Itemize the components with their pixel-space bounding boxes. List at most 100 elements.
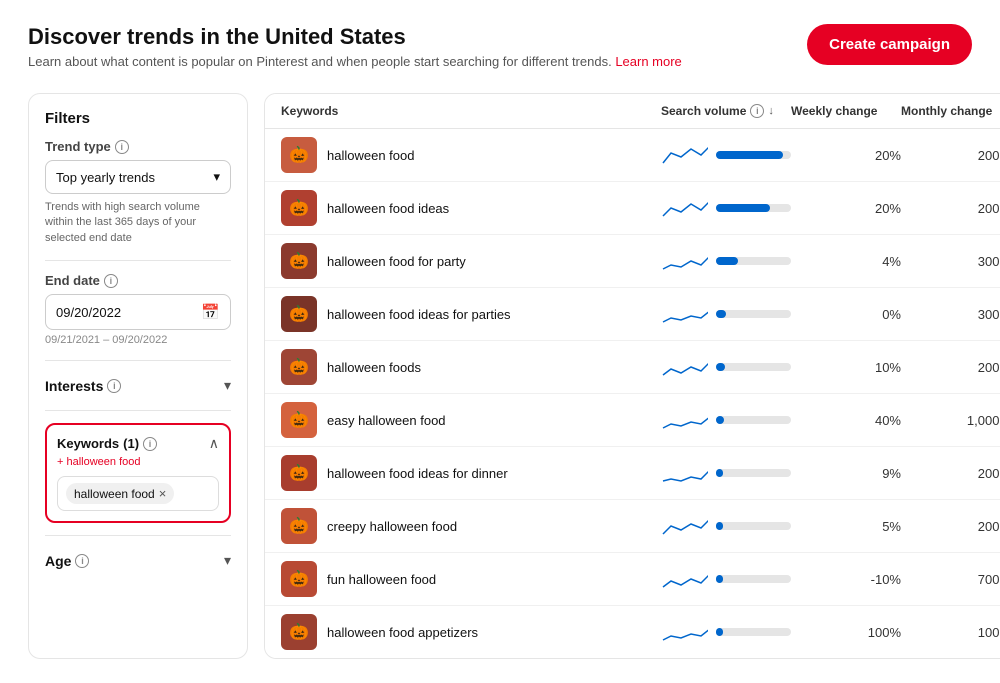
end-date-info-icon[interactable]: i	[104, 274, 118, 288]
dropdown-chevron-icon: ▾	[213, 169, 220, 185]
sparkline-chart	[661, 141, 708, 169]
keyword-name[interactable]: fun halloween food	[327, 572, 436, 587]
search-volume-cell	[661, 406, 791, 434]
monthly-change: 200%	[901, 201, 1000, 216]
keyword-cell: 🎃 fun halloween food	[281, 561, 661, 597]
weekly-change: 100%	[791, 625, 901, 640]
th-keywords: Keywords	[281, 104, 661, 118]
keyword-tag-area[interactable]: halloween food ×	[57, 476, 219, 511]
keyword-thumbnail: 🎃	[281, 614, 317, 650]
interests-section[interactable]: Interests i ▾	[45, 373, 231, 398]
keyword-tag: halloween food ×	[66, 483, 174, 504]
keyword-cell: 🎃 halloween foods	[281, 349, 661, 385]
table-row[interactable]: 🎃 halloween food ideas for parties 0% 30…	[265, 288, 1000, 341]
keyword-name[interactable]: creepy halloween food	[327, 519, 457, 534]
keyword-cell: 🎃 halloween food ideas for parties	[281, 296, 661, 332]
weekly-change: 40%	[791, 413, 901, 428]
table-row[interactable]: 🎃 fun halloween food -10% 700% 200%	[265, 553, 1000, 606]
end-date-section: End date i 09/20/2022 📅 09/21/2021 – 09/…	[45, 273, 231, 346]
keyword-name[interactable]: halloween food	[327, 148, 414, 163]
keyword-name[interactable]: easy halloween food	[327, 413, 446, 428]
sparkline-chart	[661, 565, 708, 593]
th-monthly-change: Monthly change	[901, 104, 1000, 118]
table-row[interactable]: 🎃 halloween foods 10% 200% 8%	[265, 341, 1000, 394]
keyword-name[interactable]: halloween food ideas for parties	[327, 307, 511, 322]
table-row[interactable]: 🎃 creepy halloween food 5% 200% 40%	[265, 500, 1000, 553]
monthly-change: 100%	[901, 625, 1000, 640]
end-date-value: 09/20/2022	[56, 305, 201, 320]
table-row[interactable]: 🎃 easy halloween food 40% 1,000% 40%	[265, 394, 1000, 447]
keyword-thumbnail: 🎃	[281, 243, 317, 279]
monthly-change: 300%	[901, 307, 1000, 322]
search-volume-cell	[661, 141, 791, 169]
keyword-name[interactable]: halloween food for party	[327, 254, 466, 269]
monthly-change: 200%	[901, 360, 1000, 375]
keywords-section: Keywords (1) i ∧ + halloween food hallow…	[45, 423, 231, 523]
search-volume-bar	[716, 310, 727, 318]
weekly-change: 0%	[791, 307, 901, 322]
weekly-change: -10%	[791, 572, 901, 587]
weekly-change: 5%	[791, 519, 901, 534]
sparkline-chart	[661, 247, 708, 275]
keywords-sub: + halloween food	[57, 456, 219, 468]
keywords-info-icon[interactable]: i	[143, 437, 157, 451]
search-volume-cell	[661, 247, 791, 275]
search-volume-bar	[716, 204, 770, 212]
keyword-name[interactable]: halloween food ideas for dinner	[327, 466, 508, 481]
trend-type-info-icon[interactable]: i	[115, 140, 129, 154]
trend-type-label: Trend type	[45, 139, 111, 154]
sparkline-chart	[661, 406, 708, 434]
keyword-name[interactable]: halloween foods	[327, 360, 421, 375]
table-row[interactable]: 🎃 halloween food ideas for dinner 9% 200…	[265, 447, 1000, 500]
interests-chevron-icon: ▾	[224, 377, 231, 394]
keyword-thumbnail: 🎃	[281, 455, 317, 491]
trend-type-dropdown[interactable]: Top yearly trends ▾	[45, 160, 231, 194]
keyword-thumbnail: 🎃	[281, 190, 317, 226]
age-info-icon[interactable]: i	[75, 554, 89, 568]
keyword-cell: 🎃 halloween food for party	[281, 243, 661, 279]
search-volume-bar	[716, 363, 725, 371]
keyword-thumbnail: 🎃	[281, 402, 317, 438]
search-volume-bar-bg	[716, 628, 791, 636]
end-date-input[interactable]: 09/20/2022 📅	[45, 294, 231, 330]
sparkline-chart	[661, 618, 708, 646]
trend-type-hint: Trends with high search volume within th…	[45, 200, 231, 246]
keyword-name[interactable]: halloween food appetizers	[327, 625, 478, 640]
search-volume-bar-bg	[716, 310, 791, 318]
keywords-count: (1)	[123, 436, 139, 451]
search-volume-cell	[661, 353, 791, 381]
search-volume-bar-bg	[716, 469, 791, 477]
weekly-change: 4%	[791, 254, 901, 269]
weekly-change: 20%	[791, 201, 901, 216]
age-section[interactable]: Age i ▾	[45, 548, 231, 573]
page-subtitle: Learn about what content is popular on P…	[28, 54, 682, 69]
search-volume-bar-bg	[716, 363, 791, 371]
monthly-change: 200%	[901, 519, 1000, 534]
sparkline-chart	[661, 512, 708, 540]
table-row[interactable]: 🎃 halloween food ideas 20% 200% -30%	[265, 182, 1000, 235]
search-volume-bar	[716, 628, 724, 636]
monthly-change: 300%	[901, 254, 1000, 269]
monthly-change: 200%	[901, 466, 1000, 481]
learn-more-link[interactable]: Learn more	[615, 54, 681, 69]
keyword-remove-button[interactable]: ×	[159, 486, 167, 501]
table-header: Keywords Search volume i ↓ Weekly change…	[265, 94, 1000, 129]
create-campaign-button[interactable]: Create campaign	[807, 24, 972, 65]
sparkline-chart	[661, 353, 708, 381]
interests-info-icon[interactable]: i	[107, 379, 121, 393]
table-row[interactable]: 🎃 halloween food 20% 200% -10%	[265, 129, 1000, 182]
keyword-thumbnail: 🎃	[281, 296, 317, 332]
search-volume-cell	[661, 300, 791, 328]
keyword-cell: 🎃 halloween food appetizers	[281, 614, 661, 650]
search-volume-bar	[716, 469, 724, 477]
table-body: 🎃 halloween food 20% 200% -10% 🎃 hallowe…	[265, 129, 1000, 658]
search-volume-info-icon[interactable]: i	[750, 104, 764, 118]
sort-icon[interactable]: ↓	[768, 105, 774, 117]
keyword-name[interactable]: halloween food ideas	[327, 201, 449, 216]
table-row[interactable]: 🎃 halloween food for party 4% 300% -8%	[265, 235, 1000, 288]
sparkline-chart	[661, 300, 708, 328]
table-row[interactable]: 🎃 halloween food appetizers 100% 100% 40…	[265, 606, 1000, 658]
calendar-icon: 📅	[201, 303, 220, 321]
divider-2	[45, 360, 231, 361]
search-volume-bar-bg	[716, 575, 791, 583]
